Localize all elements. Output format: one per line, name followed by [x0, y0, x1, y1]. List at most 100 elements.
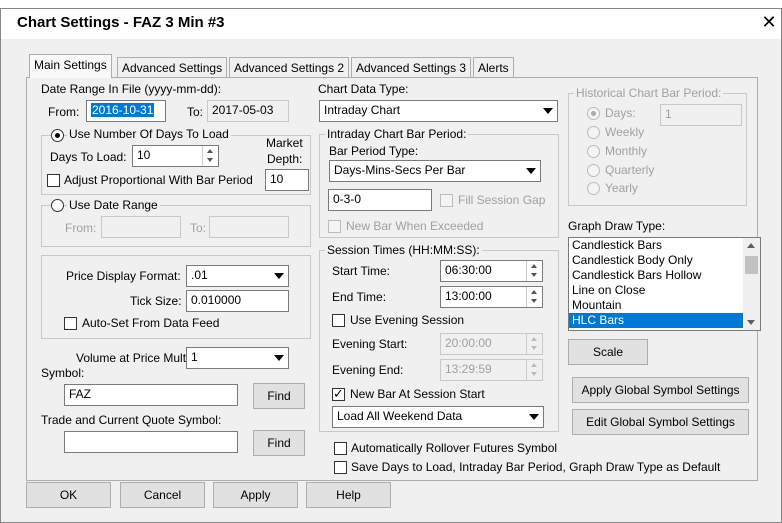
- date-to-field: 2017-05-03: [207, 100, 289, 122]
- symbol-find-button[interactable]: Find: [253, 383, 305, 409]
- symbol-label: Symbol:: [41, 366, 85, 380]
- historical-weekly-radio: [587, 126, 600, 139]
- graph-draw-item[interactable]: Candlestick Body Only: [569, 253, 743, 268]
- market-depth-field[interactable]: 10: [265, 169, 309, 191]
- tab-advanced-settings[interactable]: Advanced Settings: [117, 57, 228, 77]
- auto-set-checkbox[interactable]: [64, 317, 77, 330]
- chevron-down-icon: [274, 273, 284, 279]
- chevron-down-icon: [529, 414, 539, 420]
- range-to-label: To:: [190, 221, 207, 235]
- use-days-label: Use Number Of Days To Load: [67, 127, 231, 141]
- evening-start-spin: [526, 334, 542, 354]
- price-format-value: .01: [191, 268, 208, 282]
- adjust-proportional-checkbox[interactable]: [47, 174, 60, 187]
- cancel-button[interactable]: Cancel: [120, 482, 205, 508]
- use-date-range-radio[interactable]: [51, 199, 64, 212]
- start-time-stepper[interactable]: 06:30:00: [440, 260, 543, 282]
- date-from-field[interactable]: 2016-10-31: [86, 100, 166, 122]
- save-defaults-checkbox[interactable]: [334, 461, 347, 474]
- evening-start-label: Evening Start:: [332, 337, 408, 351]
- graph-draw-item[interactable]: Candlestick Bars: [569, 238, 743, 253]
- close-icon[interactable]: ✕: [759, 12, 779, 33]
- end-time-stepper[interactable]: 13:00:00: [440, 286, 543, 308]
- symbol-field[interactable]: FAZ: [64, 384, 238, 406]
- graph-draw-type-list[interactable]: Candlestick Bars Candlestick Body Only Can…: [568, 237, 761, 331]
- ok-button[interactable]: OK: [26, 482, 111, 508]
- historical-weekly-label: Weekly: [605, 125, 645, 139]
- graph-draw-item[interactable]: Line on Close: [569, 283, 743, 298]
- market-depth-label-1: Market: [266, 136, 303, 150]
- new-bar-session-start-label: New Bar At Session Start: [350, 387, 485, 401]
- start-time-label: Start Time:: [332, 264, 391, 278]
- range-from-label: From:: [65, 221, 97, 235]
- volume-mult-select[interactable]: 1: [186, 347, 289, 369]
- tab-advanced-settings-3[interactable]: Advanced Settings 3: [351, 57, 472, 77]
- end-time-label: End Time:: [332, 290, 387, 304]
- scroll-down-icon[interactable]: [747, 320, 755, 325]
- end-time-value: 13:00:00: [445, 289, 492, 303]
- chart-settings-dialog: Chart Settings - FAZ 3 Min #3 ✕ Main Set…: [0, 8, 782, 523]
- historical-monthly-label: Monthly: [605, 144, 648, 158]
- bar-period-type-select[interactable]: Days-Mins-Secs Per Bar: [329, 160, 541, 182]
- start-time-value: 06:30:00: [445, 263, 492, 277]
- date-from-label: From:: [48, 105, 80, 119]
- adjust-proportional-label: Adjust Proportional With Bar Period: [64, 173, 253, 187]
- graph-draw-item[interactable]: Mountain: [569, 298, 743, 313]
- apply-button[interactable]: Apply: [213, 482, 298, 508]
- scroll-up-icon[interactable]: [747, 243, 755, 248]
- price-format-select[interactable]: .01: [186, 265, 289, 287]
- new-bar-exceeded-checkbox: [328, 220, 341, 233]
- rollover-futures-label: Automatically Rollover Futures Symbol: [351, 441, 558, 455]
- historical-yearly-radio: [587, 182, 600, 195]
- market-depth-label-2: Depth:: [267, 152, 303, 166]
- days-to-load-stepper[interactable]: 10: [132, 145, 219, 167]
- days-spin-buttons[interactable]: [202, 146, 218, 166]
- tab-main-settings[interactable]: Main Settings: [29, 54, 112, 78]
- price-format-label: Price Display Format:: [66, 269, 181, 283]
- chevron-down-icon: [543, 108, 553, 114]
- evening-session-checkbox[interactable]: [332, 314, 345, 327]
- end-time-spin[interactable]: [526, 287, 542, 307]
- graph-draw-item[interactable]: Candlestick Bars Hollow: [569, 268, 743, 283]
- rollover-futures-checkbox[interactable]: [334, 442, 347, 455]
- tab-advanced-settings-2[interactable]: Advanced Settings 2: [229, 57, 350, 77]
- bar-period-field[interactable]: 0-3-0: [328, 189, 432, 211]
- apply-global-symbol-settings-button[interactable]: Apply Global Symbol Settings: [572, 377, 749, 403]
- new-bar-exceeded-label: New Bar When Exceeded: [346, 219, 484, 233]
- historical-days-radio: [587, 107, 600, 120]
- fill-session-gap-label: Fill Session Gap: [458, 193, 546, 207]
- use-days-radio[interactable]: [51, 129, 64, 142]
- volume-mult-value: 1: [191, 350, 198, 364]
- chevron-down-icon: [274, 355, 284, 361]
- help-button[interactable]: Help: [306, 482, 391, 508]
- trade-symbol-find-button[interactable]: Find: [253, 430, 305, 456]
- historical-yearly-label: Yearly: [605, 181, 638, 195]
- new-bar-session-start-checkbox[interactable]: ✓: [332, 386, 345, 401]
- days-to-load-label: Days To Load:: [50, 150, 127, 164]
- graph-draw-item[interactable]: HLC Bars: [569, 313, 743, 328]
- tick-size-field[interactable]: 0.010000: [186, 290, 289, 312]
- session-times-label: Session Times (HH:MM:SS):: [325, 243, 482, 257]
- weekend-data-select[interactable]: Load All Weekend Data: [332, 406, 544, 428]
- start-time-spin[interactable]: [526, 261, 542, 281]
- historical-monthly-radio: [587, 145, 600, 158]
- scrollbar[interactable]: [743, 238, 760, 330]
- scroll-thumb[interactable]: [745, 256, 758, 274]
- fill-session-gap-checkbox: [440, 194, 453, 207]
- trade-symbol-field[interactable]: [64, 431, 238, 453]
- evening-end-spin: [526, 360, 542, 380]
- window-title: Chart Settings - FAZ 3 Min #3: [17, 14, 225, 31]
- weekend-data-value: Load All Weekend Data: [337, 409, 463, 423]
- volume-mult-label: Volume at Price Mult.:: [76, 351, 193, 365]
- auto-set-label: Auto-Set From Data Feed: [82, 316, 220, 330]
- tick-size-label: Tick Size:: [130, 294, 182, 308]
- chart-data-type-select[interactable]: Intraday Chart: [319, 100, 558, 122]
- evening-session-label: Use Evening Session: [350, 313, 465, 327]
- edit-global-symbol-settings-button[interactable]: Edit Global Symbol Settings: [572, 409, 749, 435]
- scale-button[interactable]: Scale: [568, 339, 648, 365]
- date-to-label: To:: [187, 105, 204, 119]
- use-date-range-label: Use Date Range: [67, 198, 160, 212]
- save-defaults-label: Save Days to Load, Intraday Bar Period, …: [351, 460, 721, 474]
- tab-alerts[interactable]: Alerts: [473, 57, 514, 77]
- evening-start-value: 20:00:00: [445, 336, 492, 350]
